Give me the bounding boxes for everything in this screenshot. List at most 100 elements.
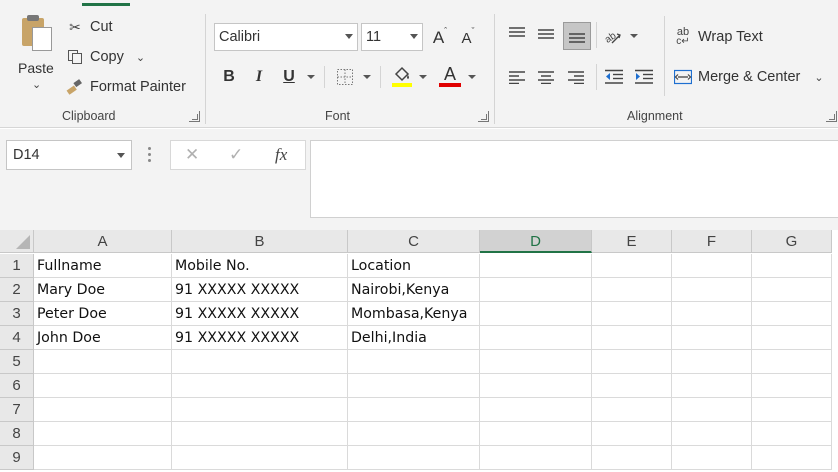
- row-header-4[interactable]: 4: [0, 326, 34, 350]
- bold-button[interactable]: B: [218, 65, 240, 89]
- format-painter-button[interactable]: Format Painter: [66, 78, 186, 96]
- cell-e3[interactable]: [592, 302, 672, 326]
- column-header-f[interactable]: F: [672, 230, 752, 253]
- cell-b3[interactable]: 91 XXXXX XXXXX: [172, 302, 348, 326]
- chevron-down-icon[interactable]: ⌄: [136, 51, 145, 64]
- cell-f2[interactable]: [672, 278, 752, 302]
- cell-g9[interactable]: [752, 446, 832, 470]
- chevron-down-icon[interactable]: ⌄: [32, 78, 41, 91]
- cell-a2[interactable]: Mary Doe: [34, 278, 172, 302]
- name-box[interactable]: D14: [6, 140, 132, 170]
- cell-d5[interactable]: [480, 350, 592, 374]
- cell-a5[interactable]: [34, 350, 172, 374]
- middle-align-button[interactable]: [534, 22, 558, 46]
- cut-button[interactable]: ✂ Cut: [66, 18, 112, 36]
- cell-d7[interactable]: [480, 398, 592, 422]
- cell-c8[interactable]: [348, 422, 480, 446]
- bottom-align-button[interactable]: [563, 22, 591, 50]
- grow-font-button[interactable]: Aˆ: [428, 26, 452, 50]
- cell-e9[interactable]: [592, 446, 672, 470]
- cell-a3[interactable]: Peter Doe: [34, 302, 172, 326]
- column-header-c[interactable]: C: [348, 230, 480, 253]
- cell-c5[interactable]: [348, 350, 480, 374]
- fill-color-button[interactable]: [390, 63, 414, 89]
- font-name-combo[interactable]: Calibri: [214, 23, 358, 51]
- cell-a6[interactable]: [34, 374, 172, 398]
- cell-c6[interactable]: [348, 374, 480, 398]
- cell-d4[interactable]: [480, 326, 592, 350]
- cell-b7[interactable]: [172, 398, 348, 422]
- wrap-text-button[interactable]: ab c↵ Wrap Text: [674, 27, 762, 47]
- clipboard-dialog-launcher-icon[interactable]: [189, 111, 200, 122]
- cell-a1[interactable]: Fullname: [34, 254, 172, 278]
- chevron-down-icon[interactable]: [307, 75, 315, 79]
- column-header-b[interactable]: B: [172, 230, 348, 253]
- insert-function-icon[interactable]: fx: [275, 145, 287, 165]
- alignment-dialog-launcher-icon[interactable]: [826, 111, 837, 122]
- enter-icon[interactable]: ✓: [229, 145, 243, 165]
- cell-f8[interactable]: [672, 422, 752, 446]
- column-header-a[interactable]: A: [34, 230, 172, 253]
- cell-e7[interactable]: [592, 398, 672, 422]
- cell-e8[interactable]: [592, 422, 672, 446]
- column-header-e[interactable]: E: [592, 230, 672, 253]
- cell-c3[interactable]: Mombasa,Kenya: [348, 302, 480, 326]
- cell-a8[interactable]: [34, 422, 172, 446]
- font-dialog-launcher-icon[interactable]: [478, 111, 489, 122]
- formula-bar-resize-handle[interactable]: [148, 147, 152, 163]
- cell-g5[interactable]: [752, 350, 832, 374]
- top-align-button[interactable]: [505, 22, 529, 46]
- borders-button[interactable]: [334, 66, 356, 88]
- cell-b9[interactable]: [172, 446, 348, 470]
- cell-a9[interactable]: [34, 446, 172, 470]
- cell-f5[interactable]: [672, 350, 752, 374]
- cell-b5[interactable]: [172, 350, 348, 374]
- cell-f1[interactable]: [672, 254, 752, 278]
- cell-g7[interactable]: [752, 398, 832, 422]
- paste-button[interactable]: Paste ⌄: [14, 14, 60, 96]
- underline-button[interactable]: U: [278, 65, 300, 89]
- column-header-d[interactable]: D: [480, 230, 592, 253]
- increase-indent-button[interactable]: [632, 65, 656, 89]
- cell-a7[interactable]: [34, 398, 172, 422]
- shrink-font-button[interactable]: Aˇ: [456, 26, 480, 50]
- cell-g4[interactable]: [752, 326, 832, 350]
- cell-b2[interactable]: 91 XXXXX XXXXX: [172, 278, 348, 302]
- cell-c4[interactable]: Delhi,India: [348, 326, 480, 350]
- chevron-down-icon[interactable]: ⌄: [814, 71, 823, 84]
- cell-e1[interactable]: [592, 254, 672, 278]
- cell-e4[interactable]: [592, 326, 672, 350]
- formula-input[interactable]: [310, 140, 838, 218]
- row-header-3[interactable]: 3: [0, 302, 34, 326]
- cell-b4[interactable]: 91 XXXXX XXXXX: [172, 326, 348, 350]
- align-center-button[interactable]: [534, 65, 558, 89]
- cell-g6[interactable]: [752, 374, 832, 398]
- cell-b6[interactable]: [172, 374, 348, 398]
- row-header-5[interactable]: 5: [0, 350, 34, 374]
- font-color-button[interactable]: A: [438, 63, 462, 89]
- cell-f3[interactable]: [672, 302, 752, 326]
- cell-f7[interactable]: [672, 398, 752, 422]
- chevron-down-icon[interactable]: [468, 75, 476, 79]
- cell-e2[interactable]: [592, 278, 672, 302]
- chevron-down-icon[interactable]: [419, 75, 427, 79]
- cell-g1[interactable]: [752, 254, 832, 278]
- align-left-button[interactable]: [505, 65, 529, 89]
- cell-c1[interactable]: Location: [348, 254, 480, 278]
- cell-d2[interactable]: [480, 278, 592, 302]
- cell-g8[interactable]: [752, 422, 832, 446]
- cell-b8[interactable]: [172, 422, 348, 446]
- merge-center-button[interactable]: Merge & Center ⌄: [674, 68, 824, 86]
- cell-c7[interactable]: [348, 398, 480, 422]
- row-header-7[interactable]: 7: [0, 398, 34, 422]
- row-header-2[interactable]: 2: [0, 278, 34, 302]
- row-header-1[interactable]: 1: [0, 254, 34, 278]
- cell-d6[interactable]: [480, 374, 592, 398]
- copy-button[interactable]: Copy ⌄: [66, 48, 145, 66]
- italic-button[interactable]: I: [248, 65, 270, 89]
- cancel-icon[interactable]: ✕: [185, 145, 199, 165]
- cell-a4[interactable]: John Doe: [34, 326, 172, 350]
- cell-c9[interactable]: [348, 446, 480, 470]
- cell-d8[interactable]: [480, 422, 592, 446]
- orientation-button[interactable]: ab: [601, 24, 625, 48]
